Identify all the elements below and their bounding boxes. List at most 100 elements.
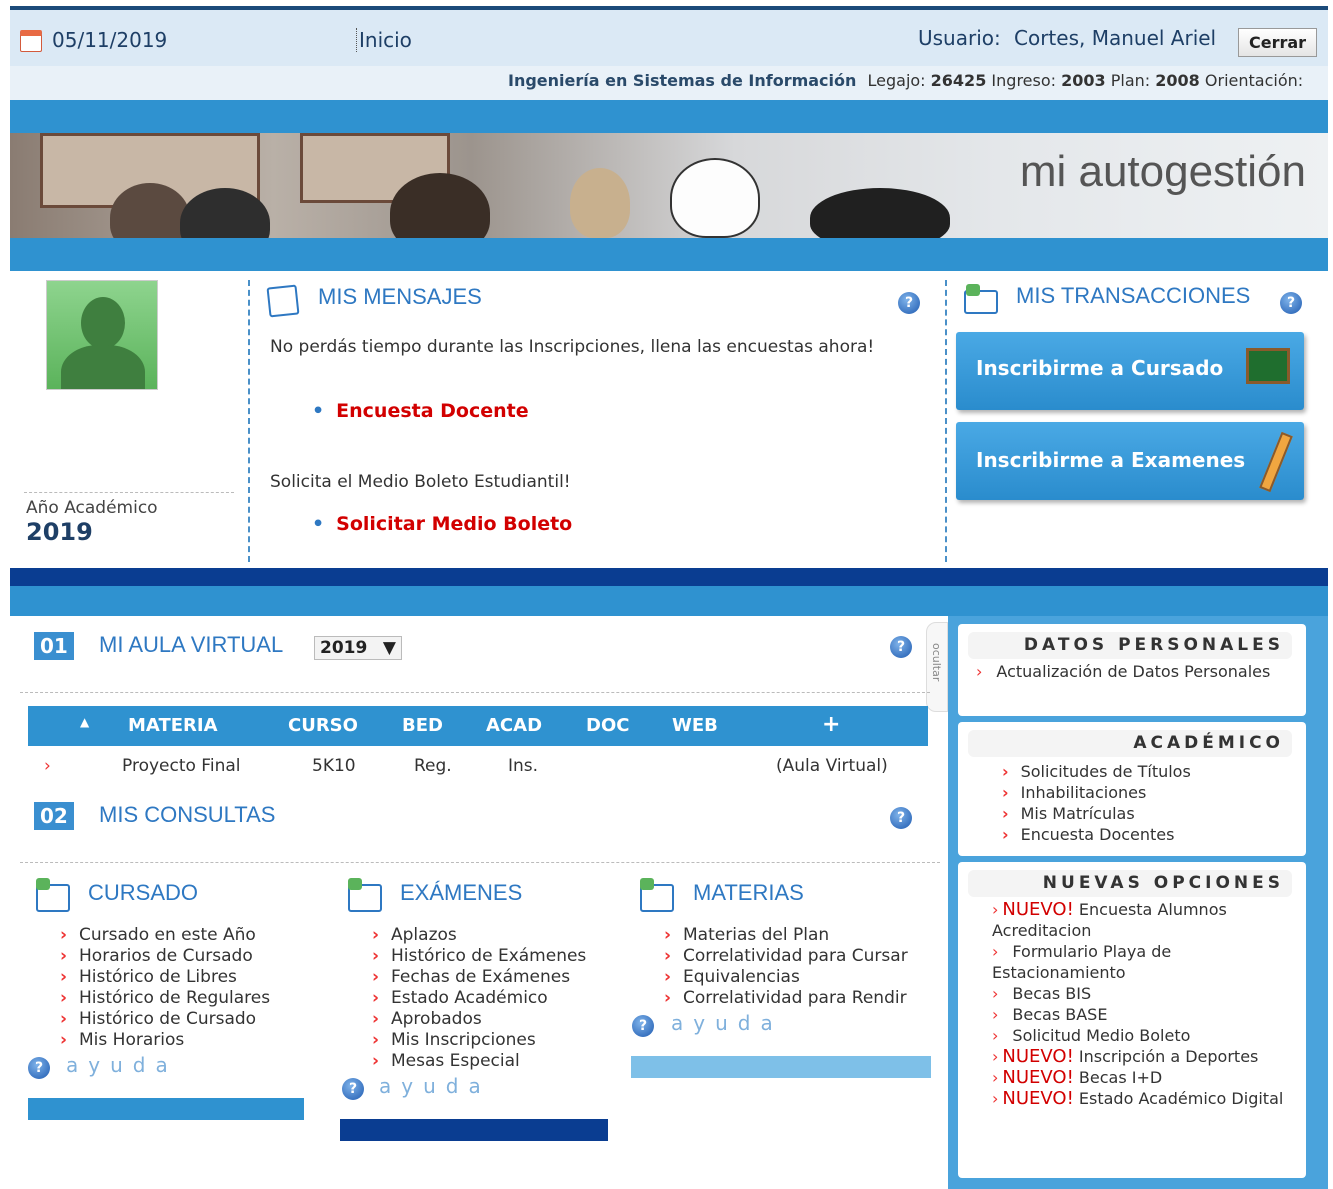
cursado-item[interactable]: Cursado en este Año [60,925,270,946]
nuevas-item[interactable]: › Formulario Playa de Estacionamiento [992,941,1292,983]
encuesta-docente-label: Encuesta Docente [336,400,529,422]
plan-value: 2008 [1155,71,1200,90]
cursado-item[interactable]: Histórico de Libres [60,967,270,988]
materias-item[interactable]: Correlatividad para Cursar [664,946,908,967]
encuesta-docente-link[interactable]: • Encuesta Docente [312,400,529,422]
career-name: Ingeniería en Sistemas de Información [508,71,857,90]
help-icon[interactable]: ? [632,1015,654,1037]
nuevo-badge: NUEVO! [1002,1046,1074,1067]
ingreso-label: Ingreso: [991,71,1057,90]
blue-band-banner [10,238,1328,271]
folder-icon [36,878,72,914]
nuevo-badge: NUEVO! [1002,899,1074,920]
examenes-item[interactable]: Histórico de Exámenes [372,946,586,967]
examenes-item[interactable]: Mesas Especial [372,1051,586,1072]
ayuda-link[interactable]: ayuda [379,1074,491,1098]
avatar-body [61,345,145,389]
blue-bar [28,1098,304,1120]
inscribirme-cursado-button[interactable]: Inscribirme a Cursado [956,332,1304,410]
academico-item[interactable]: Mis Matrículas [1002,803,1306,824]
nuevas-item-label: Formulario Playa de Estacionamiento [992,942,1172,982]
medio-boleto-link[interactable]: • Solicitar Medio Boleto [312,513,572,535]
materias-item[interactable]: Materias del Plan [664,925,908,946]
examenes-item[interactable]: Mis Inscripciones [372,1030,586,1051]
examenes-item[interactable]: Estado Académico [372,988,586,1009]
divider [248,280,250,562]
help-icon[interactable]: ? [890,807,912,829]
nuevo-item[interactable]: › NUEVO! Inscripción a Deportes [992,1046,1292,1067]
examenes-item[interactable]: Aplazos [372,925,586,946]
nuevo-item[interactable]: › NUEVO! Encuesta Alumnos Acreditacion [992,899,1292,941]
help-icon[interactable]: ? [1280,292,1302,314]
blue-band-top [10,100,1328,133]
inscribirme-examenes-label: Inscribirme a Examenes [976,448,1246,472]
cursado-item[interactable]: Histórico de Regulares [60,988,270,1009]
dark-bar [340,1119,608,1141]
nuevas-item-label: Becas BASE [1012,1005,1108,1024]
academico-item[interactable]: Encuesta Docentes [1002,824,1306,845]
help-icon[interactable]: ? [898,292,920,314]
materias-title: MATERIAS [693,880,804,905]
materias-item[interactable]: Correlatividad para Rendir [664,988,908,1009]
cell-bed: Reg. [414,756,452,776]
avatar-head [81,297,125,349]
col-acad[interactable]: ACAD [486,715,542,736]
actualizacion-label: Actualización de Datos Personales [996,662,1271,681]
ayuda-link[interactable]: ayuda [66,1053,178,1077]
nuevo-badge: NUEVO! [1002,1088,1074,1109]
sort-up-icon[interactable]: ▲ [80,715,89,729]
actualizacion-link[interactable]: › Actualización de Datos Personales [958,661,1306,682]
cursado-item[interactable]: Histórico de Cursado [60,1009,270,1030]
materias-item[interactable]: Equivalencias [664,967,908,988]
cursado-item[interactable]: Mis Horarios [60,1030,270,1051]
aula-virtual-link[interactable]: (Aula Virtual) [776,756,888,776]
avatar [46,280,158,390]
nuevas-item[interactable]: › Becas BIS [992,983,1292,1004]
dark-band [10,568,1328,586]
academico-item[interactable]: Solicitudes de Títulos [1002,761,1306,782]
nuevas-item[interactable]: › Solicitud Medio Boleto [992,1025,1292,1046]
academico-item[interactable]: Inhabilitaciones [1002,782,1306,803]
col-curso[interactable]: CURSO [288,715,358,736]
ayuda-link[interactable]: ayuda [671,1011,783,1035]
transacciones-title: MIS TRANSACCIONES [1016,283,1251,308]
col-web[interactable]: WEB [672,715,718,736]
cerrar-button[interactable]: Cerrar [1238,28,1318,57]
notepad-icon [266,284,300,318]
nuevas-item-label: Becas BIS [1012,984,1092,1003]
col-bed[interactable]: BED [402,715,443,736]
nuevas-opciones-box: NUEVAS OPCIONES › NUEVO! Encuesta Alumnos… [958,862,1306,1178]
datos-personales-title: DATOS PERSONALES [968,632,1292,659]
inscribirme-examenes-button[interactable]: Inscribirme a Examenes [956,422,1304,500]
aula-title: MI AULA VIRTUAL [99,632,284,657]
help-icon[interactable]: ? [28,1057,50,1079]
calendar-icon [20,30,42,56]
cursado-list: Cursado en este Año Horarios de Cursado … [60,925,270,1051]
col-materia[interactable]: MATERIA [128,715,218,736]
banner-person [670,158,760,238]
help-icon[interactable]: ? [342,1078,364,1100]
banner: mi autogestión [10,133,1328,238]
nuevo-item[interactable]: › NUEVO! Becas I+D [992,1067,1292,1088]
anio-value: 2019 [26,518,93,546]
folder-icon [964,284,1000,316]
inicio-link[interactable]: Inicio [356,28,412,52]
datos-personales-box: DATOS PERSONALES › Actualización de Datos… [958,624,1306,716]
year-select[interactable]: 2019 ▼ [314,636,402,660]
ingreso-value: 2003 [1061,71,1106,90]
nuevas-opciones-title: NUEVAS OPCIONES [968,870,1292,897]
help-icon[interactable]: ? [890,636,912,658]
academico-list: Solicitudes de Títulos Inhabilitaciones … [958,761,1306,845]
orientacion-label: Orientación: [1204,71,1304,90]
examenes-item[interactable]: Fechas de Exámenes [372,967,586,988]
nuevo-item[interactable]: › NUEVO! Estado Académico Digital [992,1088,1292,1109]
col-doc[interactable]: DOC [586,715,629,736]
ocultar-tab[interactable]: ocultar [926,622,948,712]
col-plus[interactable]: + [822,712,840,737]
section-number: 02 [34,802,74,830]
nuevas-item[interactable]: › Becas BASE [992,1004,1292,1025]
examenes-item[interactable]: Aprobados [372,1009,586,1030]
cursado-item[interactable]: Horarios de Cursado [60,946,270,967]
aula-table-header: ▲ MATERIA CURSO BED ACAD DOC WEB + [28,706,928,746]
legajo-label: Legajo: [867,71,926,90]
